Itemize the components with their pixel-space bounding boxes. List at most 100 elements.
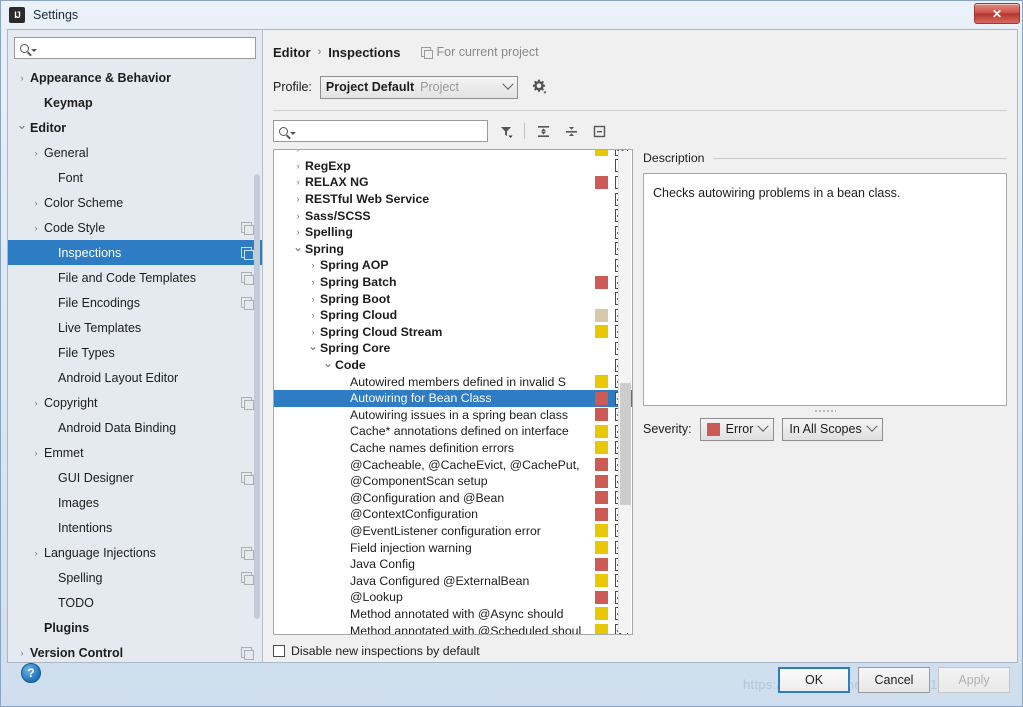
inspection-row[interactable]: @EventListener configuration error [274,523,632,540]
chevron-right-icon[interactable]: › [14,73,30,83]
inspection-row[interactable]: Autowiring issues in a spring bean class [274,407,632,424]
sidebar-item-emmet[interactable]: › Emmet [8,440,262,465]
cancel-button[interactable]: Cancel [858,667,930,693]
sidebar-item-live-templates[interactable]: Live Templates [8,315,262,340]
chevron-right-icon[interactable]: › [306,310,320,320]
inspection-row[interactable]: › Spring AOP [274,257,632,274]
sidebar-item-android-data-binding[interactable]: Android Data Binding [8,415,262,440]
chevron-down-icon[interactable]: ⌄ [321,356,335,370]
severity-dropdown[interactable]: Error [699,417,775,441]
scope-dropdown[interactable]: In All Scopes [782,417,883,441]
disable-new-inspections-row[interactable]: Disable new inspections by default [273,640,1007,662]
sidebar-item-color-scheme[interactable]: › Color Scheme [8,190,262,215]
sidebar-item-appearance-behavior[interactable]: › Appearance & Behavior [8,65,262,90]
inspection-row[interactable]: › Spring Cloud Stream [274,324,632,341]
show-only-changed-icon[interactable] [589,121,609,141]
chevron-right-icon[interactable]: › [291,161,305,171]
sidebar-item-images[interactable]: Images [8,490,262,515]
inspection-row[interactable]: Cache* annotations defined on interface [274,423,632,440]
chevron-right-icon[interactable]: › [291,211,305,221]
chevron-right-icon[interactable]: › [28,448,44,458]
sidebar-item-language-injections[interactable]: › Language Injections [8,540,262,565]
chevron-right-icon[interactable]: › [291,177,305,187]
tree-scrollbar-thumb[interactable] [620,383,631,505]
inspection-row[interactable]: › Spring Cloud [274,307,632,324]
inspection-row[interactable]: @Cacheable, @CacheEvict, @CachePut, [274,456,632,473]
chevron-right-icon[interactable]: › [291,150,305,154]
inspection-row[interactable]: › RELAX NG [274,174,632,191]
chevron-right-icon[interactable]: › [28,398,44,408]
sidebar-item-android-layout-editor[interactable]: Android Layout Editor [8,365,262,390]
chevron-right-icon[interactable]: › [28,198,44,208]
sidebar-item-editor[interactable]: ⌄ Editor [8,115,262,140]
filter-icon[interactable] [496,121,516,141]
expand-all-icon[interactable] [533,121,553,141]
sidebar-item-gui-designer[interactable]: GUI Designer [8,465,262,490]
collapse-all-icon[interactable] [561,121,581,141]
sidebar-item-file-encodings[interactable]: File Encodings [8,290,262,315]
sidebar-item-file-and-code-templates[interactable]: File and Code Templates [8,265,262,290]
search-input[interactable] [14,37,256,59]
sidebar-scrollbar[interactable] [254,64,260,624]
sidebar-item-copyright[interactable]: › Copyright [8,390,262,415]
inspection-row-selected[interactable]: Autowiring for Bean Class [274,389,632,407]
sidebar-item-general[interactable]: › General [8,140,262,165]
sidebar-item-code-style[interactable]: › Code Style [8,215,262,240]
chevron-down-icon[interactable]: ⌄ [306,339,320,353]
inspection-row[interactable]: Autowired members defined in invalid S [274,373,632,390]
sidebar-item-keymap[interactable]: Keymap [8,90,262,115]
ok-button[interactable]: OK [778,667,850,693]
inspection-row[interactable]: @ContextConfiguration [274,506,632,523]
profile-dropdown[interactable]: Project Default Project [319,75,518,99]
inspection-row[interactable]: › Spelling [274,224,632,241]
inspection-row[interactable]: › Spring Batch [274,274,632,291]
sidebar-item-file-types[interactable]: File Types [8,340,262,365]
chevron-right-icon[interactable]: › [28,548,44,558]
inspection-row[interactable]: › Sass/SCSS [274,207,632,224]
inspection-row[interactable]: › [274,150,632,158]
chevron-right-icon[interactable]: › [306,294,320,304]
sidebar-item-inspections[interactable]: Inspections [8,240,262,265]
close-icon[interactable]: ✕ [974,3,1020,24]
sidebar-search-field[interactable] [40,41,255,55]
sidebar-item-spelling[interactable]: Spelling [8,565,262,590]
chevron-right-icon[interactable]: › [306,260,320,270]
inspection-row[interactable]: Method annotated with @Scheduled shoul [274,622,632,634]
inspection-row[interactable]: Field injection warning [274,539,632,556]
chevron-down-icon[interactable]: ⌄ [14,117,30,133]
inspection-row[interactable]: @Configuration and @Bean [274,489,632,506]
inspection-row[interactable]: Java Config [274,556,632,573]
chevron-right-icon[interactable]: › [291,227,305,237]
chevron-right-icon[interactable]: › [14,648,30,658]
sidebar-item-plugins[interactable]: Plugins [8,615,262,640]
sidebar-scrollbar-thumb[interactable] [254,174,260,619]
chevron-right-icon[interactable]: › [306,327,320,337]
inspection-row[interactable]: › RESTful Web Service [274,191,632,208]
inspection-row[interactable]: Cache names definition errors [274,440,632,457]
inspection-row[interactable]: › Spring Boot [274,290,632,307]
inspection-row[interactable]: ⌄ Spring Core [274,339,632,357]
inspection-row[interactable]: Method annotated with @Async should [274,606,632,623]
inspection-row[interactable]: @ComponentScan setup [274,473,632,490]
help-button[interactable]: ? [21,663,41,683]
chevron-right-icon[interactable]: › [28,223,44,233]
inspection-search-input[interactable] [273,120,488,142]
inspection-row[interactable]: › RegExp [274,158,632,175]
inspection-row[interactable]: ⌄ Spring [274,240,632,258]
chevron-right-icon[interactable]: › [28,148,44,158]
breadcrumb-parent[interactable]: Editor [273,45,311,60]
chevron-right-icon[interactable]: › [306,277,320,287]
sidebar-item-intentions[interactable]: Intentions [8,515,262,540]
sidebar-item-version-control[interactable]: › Version Control [8,640,262,662]
inspection-row[interactable]: Java Configured @ExternalBean [274,572,632,589]
disable-new-inspections-checkbox[interactable] [273,645,285,657]
inspection-row[interactable]: @Lookup [274,589,632,606]
inspection-row[interactable]: ⌄ Code [274,356,632,374]
chevron-right-icon[interactable]: › [291,194,305,204]
sidebar-item-todo[interactable]: TODO [8,590,262,615]
splitter-handle[interactable] [643,406,1007,415]
gear-icon[interactable] [530,78,548,96]
sidebar-item-font[interactable]: Font [8,165,262,190]
tree-scrollbar[interactable] [618,151,631,633]
inspection-search-field[interactable] [299,124,487,138]
